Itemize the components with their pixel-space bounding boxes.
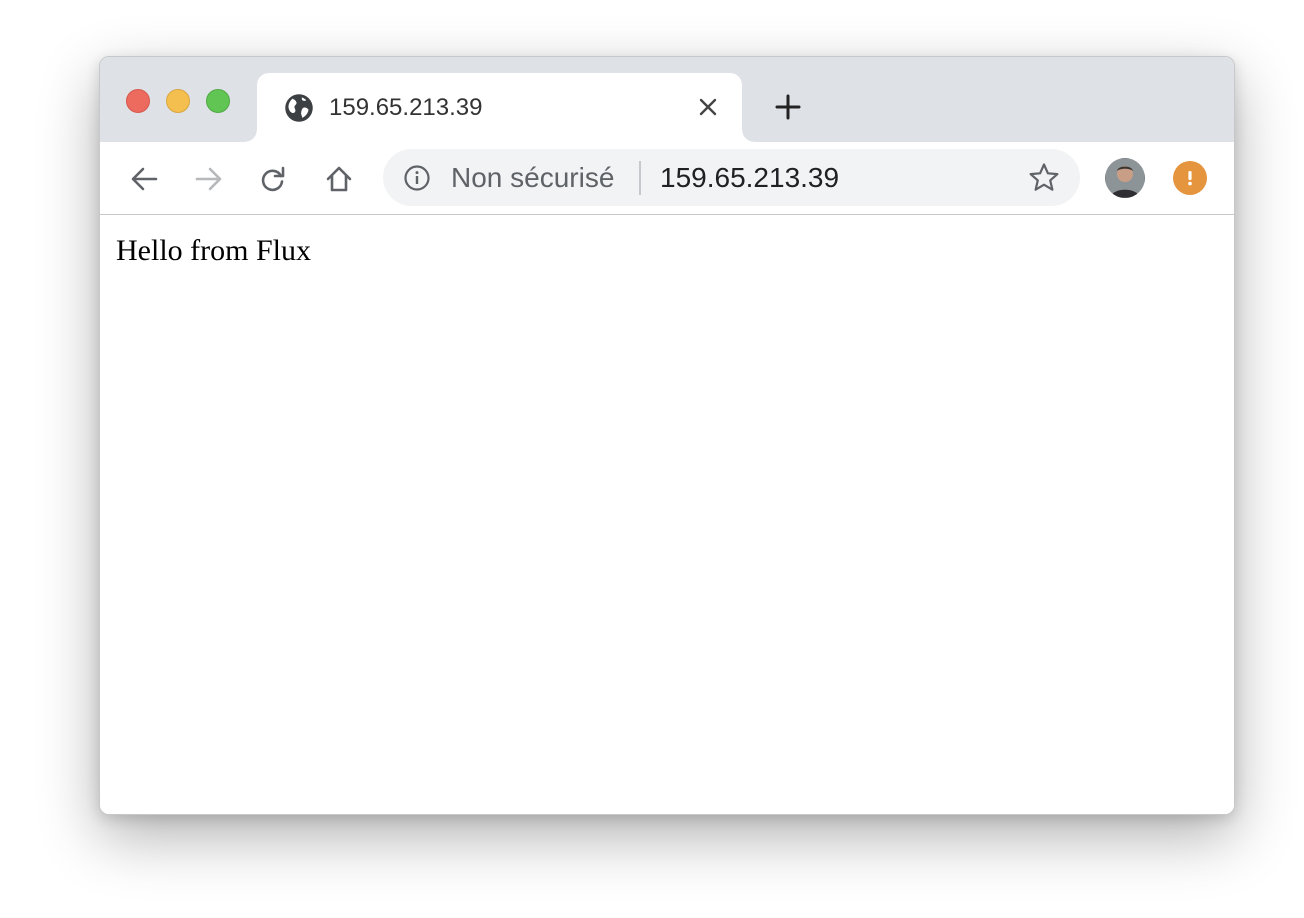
plus-icon	[775, 94, 801, 120]
window-close-button[interactable]	[126, 89, 150, 113]
home-button[interactable]	[319, 159, 359, 199]
new-tab-button[interactable]	[772, 91, 804, 123]
security-label[interactable]: Non sécurisé	[451, 161, 614, 195]
omnibox-divider	[639, 161, 641, 195]
page-content: Hello from Flux	[100, 215, 1234, 814]
info-icon[interactable]	[403, 164, 431, 192]
arrow-right-icon	[195, 167, 222, 191]
arrow-left-icon	[131, 167, 158, 191]
globe-icon	[285, 94, 313, 122]
window-minimize-button[interactable]	[166, 89, 190, 113]
tab-title: 159.65.213.39	[329, 94, 483, 121]
update-alert-button[interactable]	[1173, 161, 1207, 195]
page-text: Hello from Flux	[116, 234, 311, 267]
star-icon[interactable]	[1027, 161, 1061, 195]
browser-window: 159.65.213.39 Non sécurisé 159.65.213.39…	[99, 56, 1235, 815]
avatar[interactable]	[1105, 158, 1145, 198]
tab-close-button[interactable]	[694, 93, 722, 121]
home-icon	[326, 166, 352, 192]
address-bar[interactable]: Non sécurisé 159.65.213.39	[383, 149, 1080, 206]
reload-button[interactable]	[253, 159, 293, 199]
close-icon	[699, 98, 717, 116]
window-maximize-button[interactable]	[206, 89, 230, 113]
url-text[interactable]: 159.65.213.39	[660, 161, 839, 195]
toolbar: Non sécurisé 159.65.213.39	[100, 142, 1234, 215]
avatar-image	[1105, 158, 1145, 198]
forward-button[interactable]	[189, 159, 229, 199]
tab-active[interactable]: 159.65.213.39	[245, 73, 754, 142]
reload-icon	[261, 166, 285, 192]
back-button[interactable]	[124, 159, 164, 199]
exclamation-icon	[1188, 171, 1192, 186]
tab-strip: 159.65.213.39	[100, 57, 1234, 142]
